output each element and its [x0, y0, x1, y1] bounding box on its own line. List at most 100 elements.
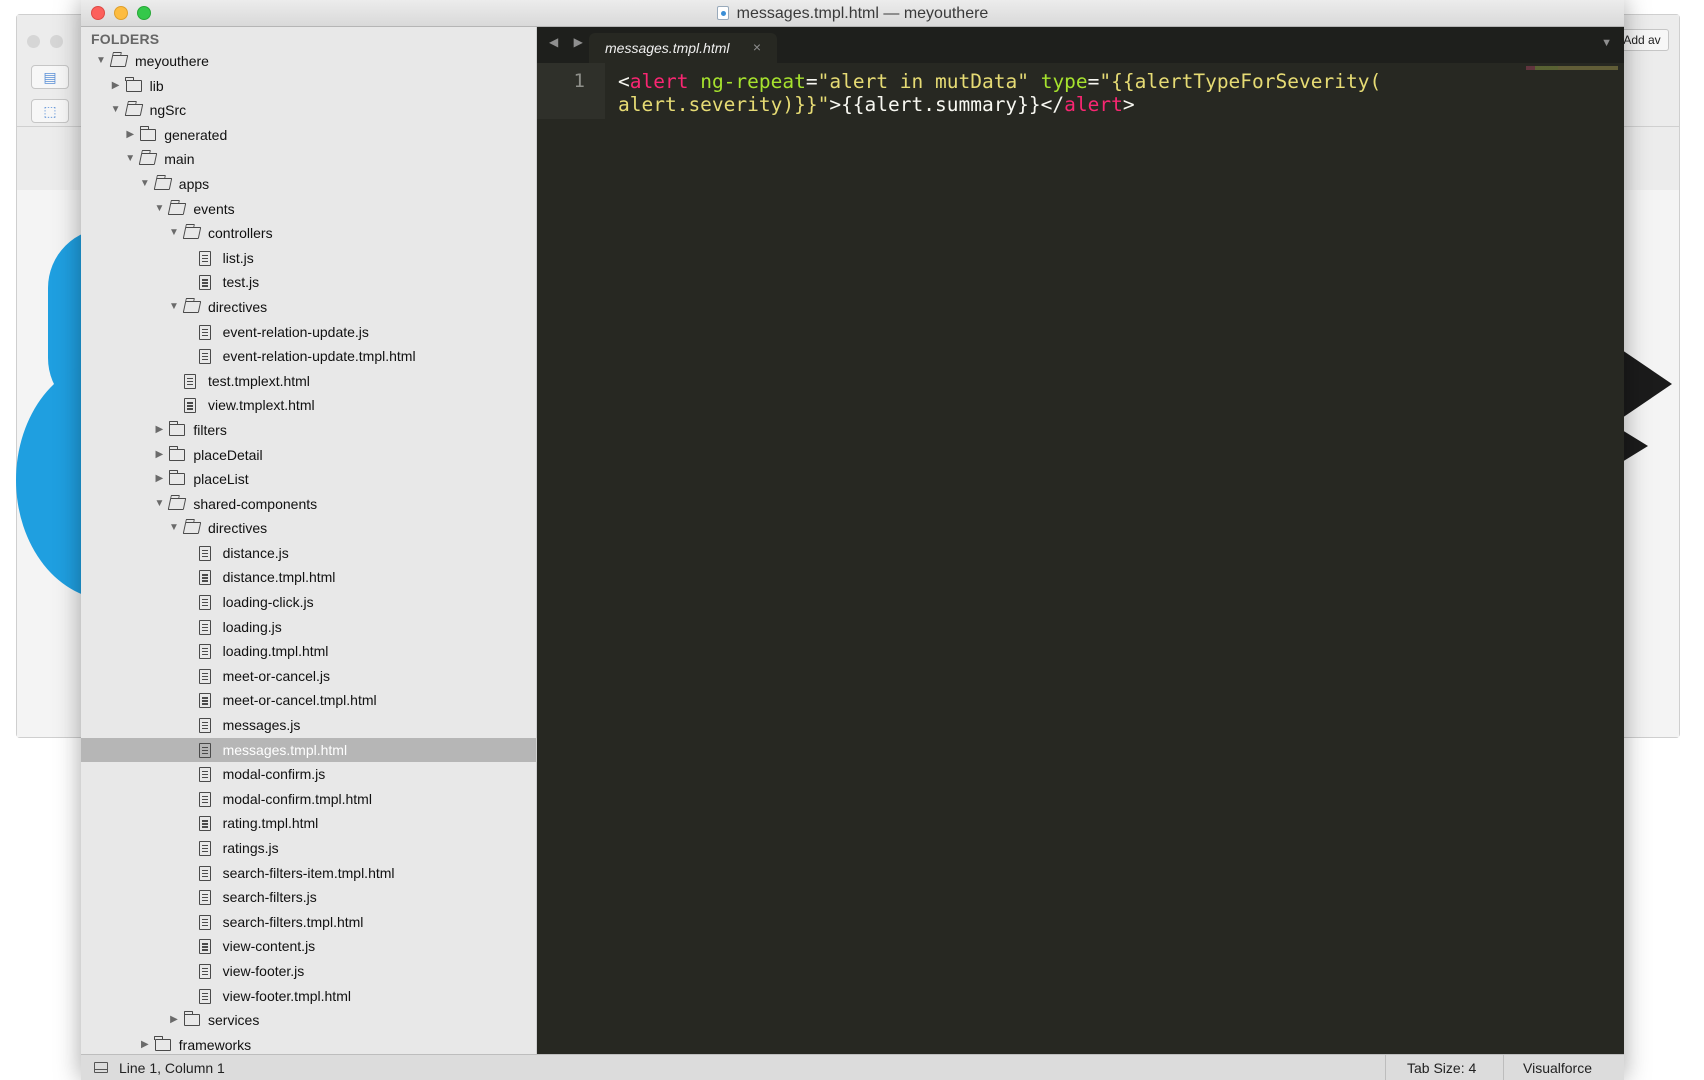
folder-open-icon [124, 104, 143, 117]
disclosure-collapsed-icon[interactable]: ▶ [124, 123, 136, 148]
disclosure-expanded-icon[interactable]: ▼ [95, 49, 107, 74]
file-tree-row[interactable]: loading-click.js [81, 590, 536, 615]
file-tree-row[interactable]: view-footer.tmpl.html [81, 984, 536, 1009]
file-tree-row[interactable]: ratings.js [81, 836, 536, 861]
file-tree-row[interactable]: test.js [81, 270, 536, 295]
folder-tree-row[interactable]: ▶ lib [81, 74, 536, 99]
file-icon [198, 865, 211, 881]
tab-nav-arrows-icon[interactable]: ◀ ▶ [549, 35, 589, 49]
tree-item-label: filters [193, 421, 227, 438]
folder-tree-row[interactable]: ▶ services [81, 1008, 536, 1033]
file-tree-row[interactable]: distance.tmpl.html [81, 565, 536, 590]
code-string-token: "{{alertTypeForSeverity( [1099, 70, 1382, 93]
minimap[interactable] [1526, 66, 1618, 70]
folder-tree-row[interactable]: ▶ frameworks [81, 1033, 536, 1054]
file-tree-row[interactable]: event-relation-update.tmpl.html [81, 344, 536, 369]
disclosure-collapsed-icon[interactable]: ▶ [153, 443, 165, 468]
file-icon [184, 373, 196, 389]
disclosure-expanded-icon[interactable]: ▼ [139, 172, 151, 197]
folder-tree-row[interactable]: ▶ filters [81, 418, 536, 443]
file-tree-row[interactable]: modal-confirm.tmpl.html [81, 787, 536, 812]
disclosure-expanded-icon[interactable]: ▼ [153, 492, 165, 517]
file-icon [198, 841, 211, 856]
file-tree-row[interactable]: test.tmplext.html [81, 369, 536, 394]
folder-tree-row[interactable]: ▼ main [81, 147, 536, 172]
code-token: = [1087, 70, 1100, 93]
syntax-selector[interactable]: Visualforce [1523, 1060, 1592, 1076]
folder-tree-row[interactable]: ▶ placeDetail [81, 443, 536, 468]
panel-toggle-icon[interactable] [94, 1062, 108, 1073]
folder-tree-row[interactable]: ▼ controllers [81, 221, 536, 246]
folder-tree-row[interactable]: ▼ directives [81, 516, 536, 541]
disclosure-expanded-icon[interactable]: ▼ [168, 295, 180, 320]
file-tree-row[interactable]: distance.js [81, 541, 536, 566]
disclosure-expanded-icon[interactable]: ▼ [168, 221, 180, 246]
folder-tree-row[interactable]: ▶ placeList [81, 467, 536, 492]
code-editor[interactable]: 1 <alert ng-repeat="alert in mutData" ty… [537, 63, 1624, 1054]
folder-tree-row[interactable]: ▼ ngSrc [81, 98, 536, 123]
tab-close-icon[interactable]: × [753, 39, 761, 55]
disclosure-collapsed-icon[interactable]: ▶ [153, 418, 165, 443]
file-tree-row[interactable]: rating.tmpl.html [81, 811, 536, 836]
file-tree-row[interactable]: search-filters.tmpl.html [81, 910, 536, 935]
disclosure-collapsed-icon[interactable]: ▶ [110, 74, 122, 99]
tab-size-selector[interactable]: Tab Size: 4 [1407, 1060, 1476, 1076]
tab-label: messages.tmpl.html [605, 40, 730, 56]
folder-tree: ▼ meyouthere ▶ lib ▼ ngSrc ▶ generated ▼ main ▼ app… [81, 49, 536, 1054]
folder-icon [183, 1011, 200, 1027]
disclosure-collapsed-icon[interactable]: ▶ [139, 1033, 151, 1054]
folder-tree-row[interactable]: ▼ events [81, 197, 536, 222]
disclosure-collapsed-icon[interactable]: ▶ [153, 467, 165, 492]
file-tree-row[interactable]: list.js [81, 246, 536, 271]
background-small-arrow-icon [1622, 430, 1648, 462]
folder-tree-row[interactable]: ▼ meyouthere [81, 49, 536, 74]
tab-messages-tmpl-html[interactable]: messages.tmpl.html × [589, 33, 777, 63]
disclosure-expanded-icon[interactable]: ▼ [124, 147, 136, 172]
code-string-token: "alert in mutData" [817, 70, 1029, 93]
tree-item-label: modal-confirm.js [222, 766, 326, 783]
code-attr-token: type [1040, 70, 1088, 93]
file-tree-row[interactable]: modal-confirm.js [81, 762, 536, 787]
folder-tree-row[interactable]: ▼ apps [81, 172, 536, 197]
code-tag-token: alert [1064, 93, 1123, 116]
file-tree-row[interactable]: messages.js [81, 713, 536, 738]
tab-menu-icon[interactable]: ▼ [1601, 37, 1612, 49]
tree-item-label: search-filters-item.tmpl.html [222, 864, 395, 881]
line-number: 1 [573, 70, 585, 92]
code-text[interactable]: <alert ng-repeat="alert in mutData" type… [618, 70, 1381, 116]
folder-open-icon [168, 497, 187, 510]
folder-tree-row[interactable]: ▼ directives [81, 295, 536, 320]
file-tree-row[interactable]: meet-or-cancel.js [81, 664, 536, 689]
code-attr-token: ng-repeat [700, 70, 806, 93]
file-tree-row[interactable]: loading.js [81, 615, 536, 640]
folder-open-icon [182, 522, 202, 535]
folder-sidebar[interactable]: FOLDERS ▼ meyouthere ▶ lib ▼ ngSrc ▶ generated ▼… [81, 27, 537, 1054]
disclosure-expanded-icon[interactable]: ▼ [168, 516, 180, 541]
document-icon [716, 6, 729, 20]
disclosure-expanded-icon[interactable]: ▼ [110, 98, 122, 123]
folders-heading: FOLDERS [91, 31, 160, 47]
file-tree-row[interactable]: meet-or-cancel.tmpl.html [81, 688, 536, 713]
tree-item-label: view.tmplext.html [208, 397, 315, 414]
tree-item-label: search-filters.tmpl.html [222, 913, 364, 930]
folder-tree-row[interactable]: ▼ shared-components [81, 492, 536, 517]
file-tree-row[interactable]: view-footer.js [81, 959, 536, 984]
file-tree-row[interactable]: messages.tmpl.html [81, 737, 536, 763]
file-icon [198, 988, 211, 1004]
file-tree-row[interactable]: search-filters-item.tmpl.html [81, 861, 536, 886]
tree-item-label: event-relation-update.tmpl.html [222, 348, 416, 365]
file-tree-row[interactable]: event-relation-update.js [81, 320, 536, 345]
line-gutter: 1 [537, 63, 605, 119]
file-tree-row[interactable]: search-filters.js [81, 885, 536, 910]
file-tree-row[interactable]: view-content.js [81, 934, 536, 959]
tree-item-label: placeList [193, 471, 249, 488]
folder-tree-row[interactable]: ▶ generated [81, 123, 536, 148]
code-token: >{{alert.summary}}</ [829, 93, 1065, 116]
disclosure-collapsed-icon[interactable]: ▶ [168, 1008, 180, 1033]
file-tree-row[interactable]: view.tmplext.html [81, 393, 536, 418]
tree-item-label: rating.tmpl.html [222, 815, 319, 832]
disclosure-expanded-icon[interactable]: ▼ [153, 197, 165, 222]
file-tree-row[interactable]: loading.tmpl.html [81, 639, 536, 664]
window-title: messages.tmpl.html — meyouthere [81, 0, 1624, 27]
file-icon [198, 816, 211, 832]
